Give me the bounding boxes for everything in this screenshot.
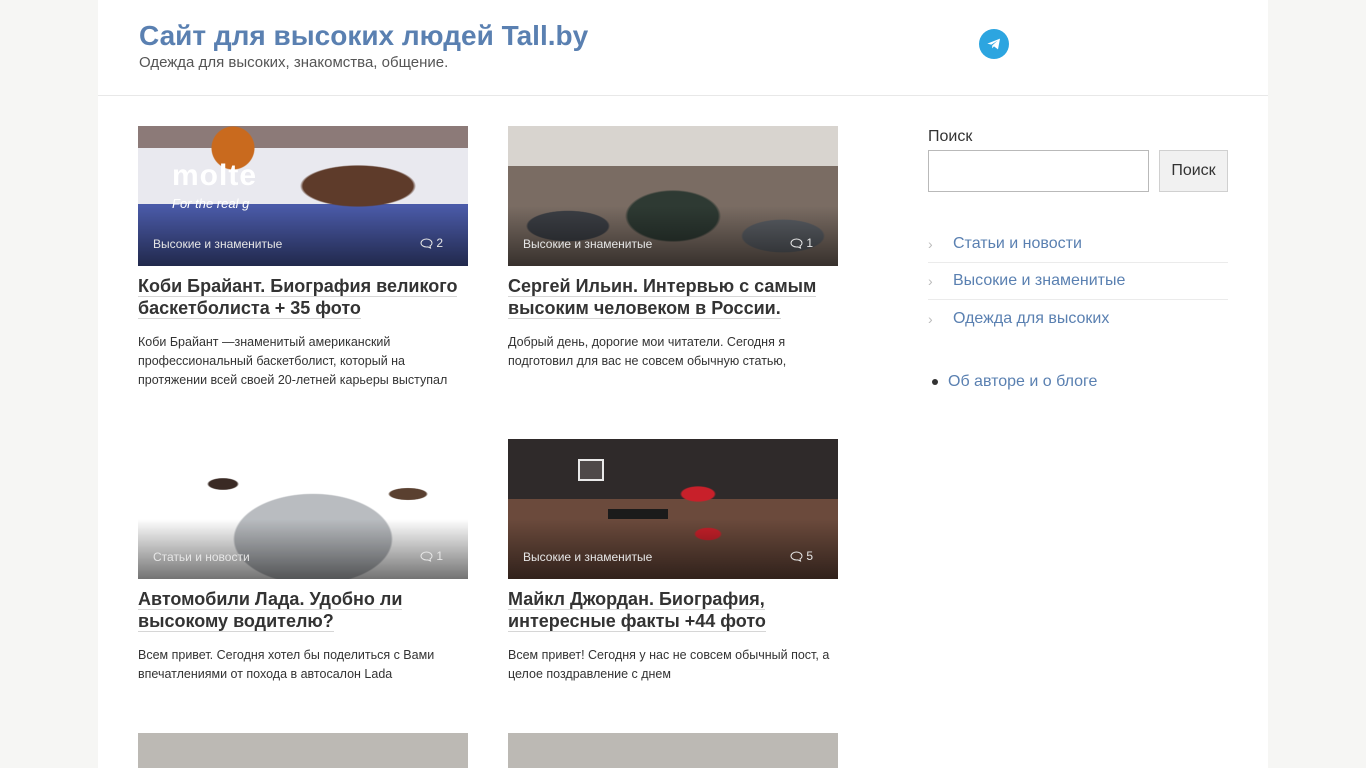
post-card: Статьи и новости 1 Автомобили Лада. Удоб… (138, 439, 468, 684)
comment-count: 1 (436, 549, 443, 563)
post-thumbnail-jordan[interactable]: Высокие и знаменитые 5 (508, 439, 838, 579)
site-title[interactable]: Сайт для высоких людей Tall.by (139, 20, 588, 52)
post-excerpt: Всем привет. Сегодня хотел бы поделиться… (138, 648, 435, 681)
post-excerpt: Всем привет! Сегодня у нас не совсем обы… (508, 648, 830, 681)
post-title-link[interactable]: Майкл Джордан. Биография, интересные фак… (508, 588, 838, 632)
post-category[interactable]: Высокие и знаменитые (523, 237, 652, 251)
comment-bubble-icon (790, 237, 803, 249)
post-category[interactable]: Статьи и новости (153, 550, 250, 564)
category-item[interactable]: › Высокие и знаменитые (928, 263, 1228, 300)
post-thumbnail-car[interactable]: Статьи и новости 1 (138, 439, 468, 579)
post-category[interactable]: Высокие и знаменитые (523, 550, 652, 564)
post-title: Майкл Джордан. Биография, интересные фак… (508, 589, 766, 632)
post-card: Высокие и знаменитые 5 Майкл Джордан. Би… (508, 439, 838, 684)
post-category[interactable]: Высокие и знаменитые (153, 237, 282, 251)
post-thumbnail-placeholder[interactable] (138, 733, 468, 768)
post-title-link[interactable]: Коби Брайант. Биография великого баскетб… (138, 275, 468, 319)
comment-bubble-icon (420, 237, 433, 249)
post-card: molte For the real g Высокие и знамениты… (138, 126, 468, 390)
post-comment-count[interactable]: 2 (420, 236, 443, 250)
category-item[interactable]: › Одежда для высоких (928, 300, 1228, 337)
category-item[interactable]: › Статьи и новости (928, 226, 1228, 263)
page-link-about[interactable]: Об авторе и о блоге (948, 373, 1097, 391)
post-excerpt: Добрый день, дорогие мои читатели. Сегод… (508, 335, 787, 368)
category-link[interactable]: Высокие и знаменитые (953, 272, 1125, 290)
category-link[interactable]: Статьи и новости (953, 235, 1082, 253)
comment-count: 2 (436, 236, 443, 250)
chevron-right-icon: › (928, 273, 933, 289)
category-link[interactable]: Одежда для высоких (953, 310, 1109, 328)
telegram-icon[interactable] (979, 29, 1009, 59)
post-title: Автомобили Лада. Удобно ли высокому води… (138, 589, 403, 632)
post-title: Сергей Ильин. Интервью с самым высоким ч… (508, 276, 817, 319)
post-excerpt: Коби Брайант —знаменитый американский пр… (138, 335, 448, 387)
chevron-right-icon: › (928, 310, 933, 327)
pages-list: Об авторе и о блоге (932, 373, 1097, 391)
post-comment-count[interactable]: 1 (790, 236, 813, 250)
post-comment-count[interactable]: 5 (790, 549, 813, 563)
comment-count: 1 (806, 236, 813, 250)
category-list: › Статьи и новости › Высокие и знамениты… (928, 226, 1228, 337)
post-title-link[interactable]: Автомобили Лада. Удобно ли высокому води… (138, 588, 468, 632)
post-thumbnail-basketball[interactable]: molte For the real g Высокие и знамениты… (138, 126, 468, 266)
post-thumbnail-placeholder[interactable] (508, 733, 838, 768)
page-container: Сайт для высоких людей Tall.by Одежда дл… (98, 0, 1268, 768)
comment-bubble-icon (420, 550, 433, 562)
site-description: Одежда для высоких, знакомства, общение. (139, 54, 449, 71)
post-title-link[interactable]: Сергей Ильин. Интервью с самым высоким ч… (508, 275, 838, 319)
search-label: Поиск (928, 128, 973, 145)
bullet-icon (932, 379, 938, 385)
post-title: Коби Брайант. Биография великого баскетб… (138, 276, 458, 319)
post-comment-count[interactable]: 1 (420, 549, 443, 563)
site-header: Сайт для высоких людей Tall.by Одежда дл… (98, 0, 1268, 96)
search-button[interactable]: Поиск (1159, 150, 1228, 192)
comment-bubble-icon (790, 550, 803, 562)
search-input[interactable] (928, 150, 1149, 192)
chevron-right-icon: › (928, 236, 933, 252)
post-thumbnail-crowd[interactable]: Высокие и знаменитые 1 (508, 126, 838, 266)
post-card: Высокие и знаменитые 1 Сергей Ильин. Инт… (508, 126, 838, 371)
comment-count: 5 (806, 549, 813, 563)
